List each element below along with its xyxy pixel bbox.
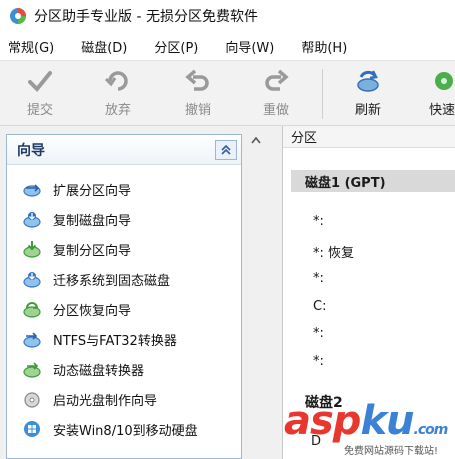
partition-row[interactable]: C:	[313, 299, 326, 314]
wizard-panel-header: 向导	[7, 135, 241, 165]
undo-button[interactable]: 撤销	[174, 65, 222, 123]
wizard-item-ntfs-fat32[interactable]: NTFS与FAT32转换器	[23, 327, 177, 351]
wizard-item-label: 动态磁盘转换器	[53, 363, 145, 379]
disk1-row[interactable]: 磁盘1 (GPT)	[291, 170, 455, 192]
wizard-item-windows-to-go[interactable]: 安装Win8/10到移动硬盘	[23, 417, 198, 441]
partition-row[interactable]: *:	[313, 354, 324, 369]
migrate-os-icon	[23, 272, 41, 288]
partition-recovery-icon	[23, 302, 41, 318]
partition-row[interactable]: *:	[313, 271, 324, 286]
menu-general[interactable]: 常规(G)	[8, 37, 54, 56]
wizard-item-migrate-os[interactable]: 迁移系统到固态磁盘	[23, 267, 170, 291]
watermark-brand-b: ku	[360, 398, 414, 444]
partition-column-header: 分区	[283, 126, 455, 148]
wizard-item-copy-partition[interactable]: 复制分区向导	[23, 237, 131, 261]
watermark-suffix: .com	[413, 422, 449, 438]
quick-partition-label: 快速	[428, 103, 455, 118]
wizard-panel: 向导 扩展分区向导 复制磁盘向导 复制分区向导 迁移系统到固态磁盘 分区恢复向导…	[6, 134, 242, 459]
wizard-item-extend-partition[interactable]: 扩展分区向导	[23, 177, 131, 201]
wizard-item-label: 启动光盘制作向导	[53, 393, 158, 409]
windows-to-go-icon	[24, 421, 40, 437]
scroll-up-arrow-icon[interactable]	[251, 136, 261, 144]
menu-bar: 常规(G) 磁盘(D) 分区(P) 向导(W) 帮助(H)	[0, 32, 455, 60]
discard-label: 放弃	[104, 103, 131, 118]
menu-partition[interactable]: 分区(P)	[154, 37, 198, 56]
title-bar: 分区助手专业版 - 无损分区免费软件	[0, 0, 455, 32]
undo-icon	[185, 69, 209, 91]
refresh-label: 刷新	[354, 103, 381, 118]
submit-button[interactable]: 提交	[16, 65, 64, 123]
refresh-button[interactable]: 刷新	[344, 65, 392, 123]
partition-row[interactable]: *: 恢复	[313, 242, 354, 261]
watermark-tagline: 免费网站源码下载站!	[344, 446, 439, 457]
wizard-item-label: 扩展分区向导	[53, 183, 132, 199]
redo-button[interactable]: 重做	[252, 65, 300, 123]
copy-disk-icon	[23, 212, 41, 228]
wizard-item-copy-disk[interactable]: 复制磁盘向导	[23, 207, 131, 231]
discard-icon	[104, 71, 128, 91]
wizard-item-label: 复制分区向导	[53, 243, 132, 259]
double-chevron-up-icon	[221, 144, 231, 155]
partition-row[interactable]: *:	[313, 326, 324, 341]
wizard-item-label: NTFS与FAT32转换器	[53, 333, 177, 349]
menu-disk[interactable]: 磁盘(D)	[81, 37, 127, 56]
bootable-cd-icon	[24, 392, 40, 408]
wizard-panel-title: 向导	[17, 142, 45, 159]
wizard-item-label: 安装Win8/10到移动硬盘	[53, 423, 198, 439]
quick-partition-icon	[435, 72, 453, 90]
ntfs-fat32-converter-icon	[23, 332, 41, 348]
watermark-brand-a: asp	[284, 398, 361, 444]
wizard-item-bootable-cd[interactable]: 启动光盘制作向导	[23, 387, 157, 411]
app-logo-icon	[10, 8, 26, 24]
wizard-item-dynamic-disk[interactable]: 动态磁盘转换器	[23, 357, 144, 381]
watermark: aspku.com 免费网站源码下载站!	[284, 398, 455, 459]
toolbar: 提交 放弃 撤销 重做 刷新 快速	[0, 60, 455, 126]
submit-label: 提交	[26, 103, 53, 118]
extend-partition-icon	[23, 184, 41, 197]
refresh-icon	[357, 70, 379, 92]
toolbar-separator	[322, 69, 323, 119]
menu-help[interactable]: 帮助(H)	[301, 37, 347, 56]
wizard-item-partition-recovery[interactable]: 分区恢复向导	[23, 297, 131, 321]
undo-label: 撤销	[184, 103, 211, 118]
dynamic-disk-converter-icon	[23, 362, 41, 378]
redo-icon	[265, 69, 289, 91]
checkmark-icon	[28, 71, 52, 92]
quick-partition-button[interactable]: 快速	[418, 65, 455, 123]
wizard-item-label: 分区恢复向导	[53, 303, 132, 319]
watermark-logo: aspku.com	[284, 398, 449, 444]
redo-label: 重做	[262, 103, 289, 118]
wizard-item-label: 迁移系统到固态磁盘	[53, 273, 171, 289]
wizard-item-label: 复制磁盘向导	[53, 213, 132, 229]
window-title: 分区助手专业版 - 无损分区免费软件	[34, 9, 258, 25]
copy-partition-icon	[23, 241, 41, 258]
discard-button[interactable]: 放弃	[94, 65, 142, 123]
collapse-panel-button[interactable]	[215, 140, 237, 160]
menu-wizard[interactable]: 向导(W)	[225, 37, 274, 56]
vertical-scrollbar[interactable]	[244, 126, 268, 459]
partition-row[interactable]: *:	[313, 214, 324, 229]
